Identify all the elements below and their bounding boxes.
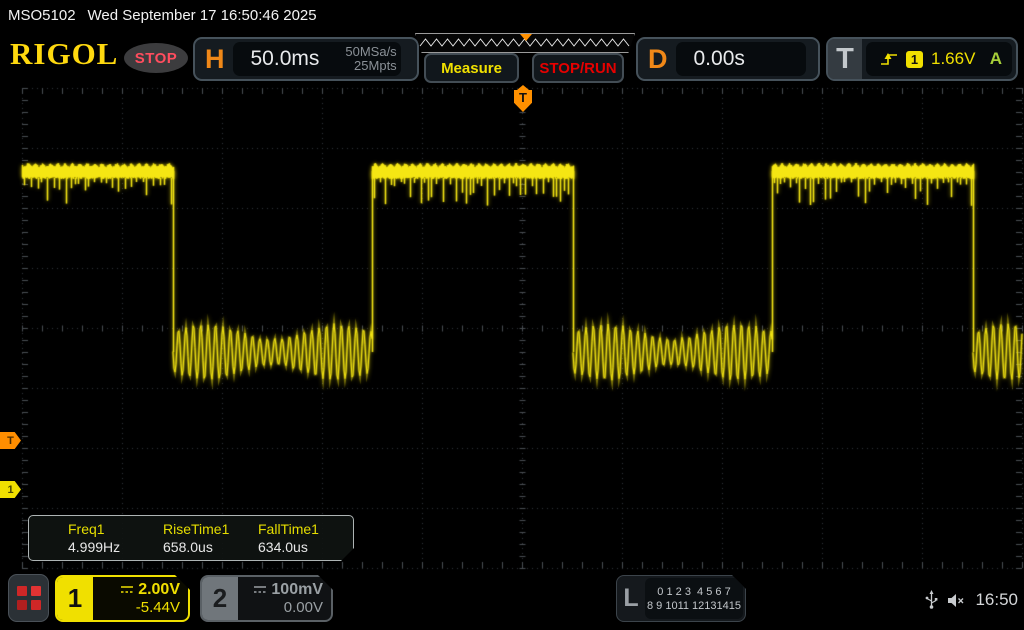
menu-grid-icon — [31, 600, 41, 610]
measurement-freq: Freq1 4.999Hz — [68, 516, 163, 560]
header-bar: RIGOL STOP H 50.0ms 50MSa/s 25Mpts Measu… — [0, 30, 1024, 85]
oscilloscope-screen: MSO5102 Wed September 17 16:50:46 2025 R… — [0, 0, 1024, 630]
trigger-label: T — [828, 39, 862, 79]
channel1-button[interactable]: 1 2.00V -5.44V — [55, 575, 190, 622]
menu-grid-icon — [17, 600, 27, 610]
trigger-settings-button[interactable]: T 1 1.66V A — [826, 37, 1018, 81]
measurement-label: RiseTime1 — [163, 521, 258, 537]
channel2-button[interactable]: 2 100mV 0.00V — [200, 575, 333, 622]
trigger-source-badge: 1 — [906, 51, 923, 68]
timebase-value: 50.0ms — [233, 47, 320, 71]
horizontal-settings-button[interactable]: H 50.0ms 50MSa/s 25Mpts — [193, 37, 419, 81]
channel2-offset: 0.00V — [284, 599, 323, 616]
measurement-falltime: FallTime1 634.0us — [258, 516, 353, 560]
sample-rate-depth: 50MSa/s 25Mpts — [319, 45, 406, 72]
trigger-mode: A — [990, 49, 1002, 69]
delay-settings-button[interactable]: D 0.00s — [636, 37, 820, 81]
datetime: Wed September 17 16:50:46 2025 — [88, 7, 317, 24]
logic-label: L — [617, 576, 645, 621]
menu-grid-icon — [17, 586, 27, 596]
acquisition-status-label: STOP — [135, 50, 178, 67]
rigol-logo: RIGOL — [10, 36, 118, 72]
sound-muted-icon[interactable] — [947, 593, 966, 608]
measurement-label: Freq1 — [68, 521, 163, 537]
dc-coupling-icon — [120, 585, 134, 594]
measurement-results-panel[interactable]: Freq1 4.999Hz RiseTime1 658.0us FallTime… — [28, 515, 354, 561]
delay-label: D — [638, 44, 676, 75]
measurement-value: 4.999Hz — [68, 539, 163, 555]
dc-coupling-icon — [253, 585, 267, 594]
logic-channels-button[interactable]: L 0 1 2 3 4 5 6 7 8 9 1011 12131415 — [616, 575, 746, 622]
horizontal-label: H — [195, 44, 233, 75]
measure-button[interactable]: Measure — [424, 53, 519, 83]
delay-value: 0.00s — [676, 47, 745, 71]
trigger-level-value: 1.66V — [931, 49, 975, 69]
channel1-offset: -5.44V — [136, 599, 180, 616]
channel2-scale: 100mV — [271, 581, 323, 599]
top-status-bar: MSO5102 Wed September 17 16:50:46 2025 — [0, 0, 1024, 30]
preview-trigger-position-icon — [520, 34, 532, 41]
measurement-value: 634.0us — [258, 539, 353, 555]
logic-channels-row2: 8 9 1011 12131415 — [647, 600, 741, 612]
clock: 16:50 — [975, 590, 1018, 610]
acquisition-status-badge: STOP — [124, 43, 188, 73]
stop-run-button[interactable]: STOP/RUN — [532, 53, 624, 83]
channel1-badge: 1 — [57, 577, 93, 620]
channel2-badge: 2 — [202, 577, 238, 620]
measure-button-label: Measure — [441, 60, 502, 77]
trigger-position-chevron-icon — [517, 85, 529, 90]
measurement-risetime: RiseTime1 658.0us — [163, 516, 258, 560]
bottom-status-bar: 1 2.00V -5.44V 2 — [0, 570, 1024, 630]
usb-icon — [925, 590, 938, 610]
waveform-preview-strip[interactable] — [415, 33, 635, 53]
measurement-value: 658.0us — [163, 539, 258, 555]
waveform-display[interactable] — [0, 85, 1024, 570]
stop-run-button-label: STOP/RUN — [539, 60, 616, 77]
rising-edge-icon — [880, 51, 898, 67]
logic-channels-row1: 0 1 2 3 4 5 6 7 — [657, 586, 730, 598]
measurement-label: FallTime1 — [258, 521, 353, 537]
model-name: MSO5102 — [8, 7, 76, 24]
memory-depth: 25Mpts — [354, 58, 397, 73]
menu-grid-icon — [31, 586, 41, 596]
menu-grid-button[interactable] — [8, 574, 49, 622]
channel1-scale: 2.00V — [138, 581, 180, 599]
